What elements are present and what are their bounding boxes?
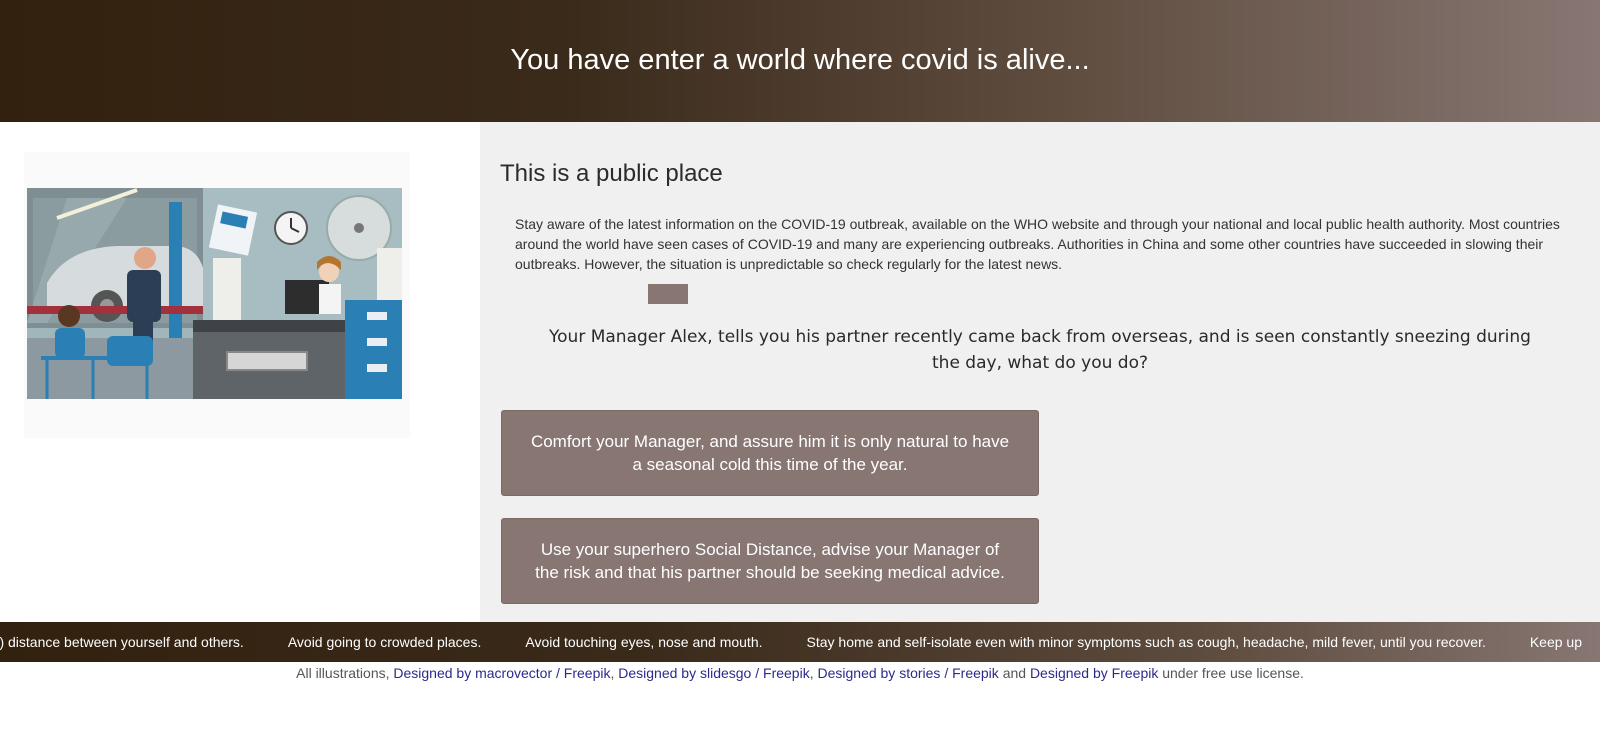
credit-link-slidesgo[interactable]: Designed by slidesgo / Freepik [618,665,809,681]
choice-comfort-manager-button[interactable]: Comfort your Manager, and assure him it … [501,410,1039,496]
small-color-box [648,284,688,304]
credits-separator: , [610,665,615,681]
page-title: You have enter a world where covid is al… [510,43,1090,76]
ticker-item: Avoid touching eyes, nose and mouth. [525,634,763,650]
credits-and: and [1002,665,1027,681]
illustration-frame [24,152,410,438]
credits-footer: All illustrations, Designed by macrovect… [0,665,1600,681]
ticker-item: Keep up [1529,634,1583,650]
credits-separator: , [809,665,814,681]
info-paragraph: Stay aware of the latest information on … [515,216,1560,272]
credit-link-macrovector[interactable]: Designed by macrovector / Freepik [393,665,610,681]
ticker-item: Avoid going to crowded places. [287,634,482,650]
office-waiting-room-illustration [27,188,402,399]
left-pane [0,122,480,622]
credit-link-freepik[interactable]: Designed by Freepik [1030,665,1158,681]
ticker-track: eet) distance between yourself and other… [0,622,1600,662]
credit-link-stories[interactable]: Designed by stories / Freepik [817,665,998,681]
section-title: This is a public place [500,160,723,187]
credits-prefix: All illustrations, [296,665,390,681]
scenario-panel: This is a public place Stay aware of the… [480,122,1600,622]
ticker-item: Stay home and self-isolate even with min… [806,634,1486,650]
page-header: You have enter a world where covid is al… [0,0,1600,122]
ticker-item: eet) distance between yourself and other… [0,634,244,650]
scenario-question: Your Manager Alex, tells you his partner… [549,327,1531,373]
credits-suffix: under free use license. [1162,665,1304,681]
tips-ticker: eet) distance between yourself and other… [0,622,1600,662]
choice-social-distance-button[interactable]: Use your superhero Social Distance, advi… [501,518,1039,604]
